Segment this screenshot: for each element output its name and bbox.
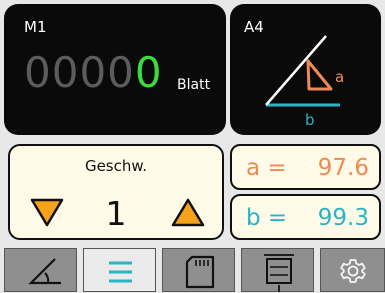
- mode-label: M1: [24, 18, 47, 36]
- tab-menu[interactable]: [83, 248, 156, 292]
- angle-label-a: a: [335, 68, 345, 86]
- measurement-b[interactable]: b = 99.3: [230, 194, 381, 240]
- counter-leading-zeros: 0000: [24, 48, 135, 97]
- sheet-counter: 00000: [24, 48, 163, 97]
- angle-panel: A4 a b: [230, 4, 381, 135]
- counter-unit: Blatt: [177, 77, 211, 93]
- speed-panel: Geschw. 1: [8, 144, 224, 240]
- tab-angle[interactable]: [4, 248, 77, 292]
- sd-card-icon: [185, 255, 215, 289]
- measurement-a-label: a =: [246, 155, 287, 181]
- measurement-a[interactable]: a = 97.6: [230, 144, 381, 190]
- speed-title: Geschw.: [84, 157, 148, 175]
- tab-settings[interactable]: [320, 248, 385, 292]
- counter-panel: M1 00000 Blatt: [4, 4, 226, 135]
- counter-last-digit: 0: [134, 48, 163, 97]
- measurement-b-value: 99.3: [317, 205, 369, 231]
- measurement-a-value: 97.6: [317, 155, 369, 181]
- angle-label-b: b: [305, 111, 315, 129]
- bottom-tab-bar: [0, 248, 385, 292]
- tab-sd-card[interactable]: [162, 248, 235, 292]
- frame-resize-icon: [264, 254, 294, 292]
- measurement-b-label: b =: [246, 205, 288, 231]
- menu-icon: [109, 261, 132, 283]
- tab-frame-size[interactable]: [241, 248, 314, 292]
- angle-icon: [28, 258, 61, 285]
- gear-icon: [340, 259, 366, 283]
- speed-up-button[interactable]: [170, 196, 206, 228]
